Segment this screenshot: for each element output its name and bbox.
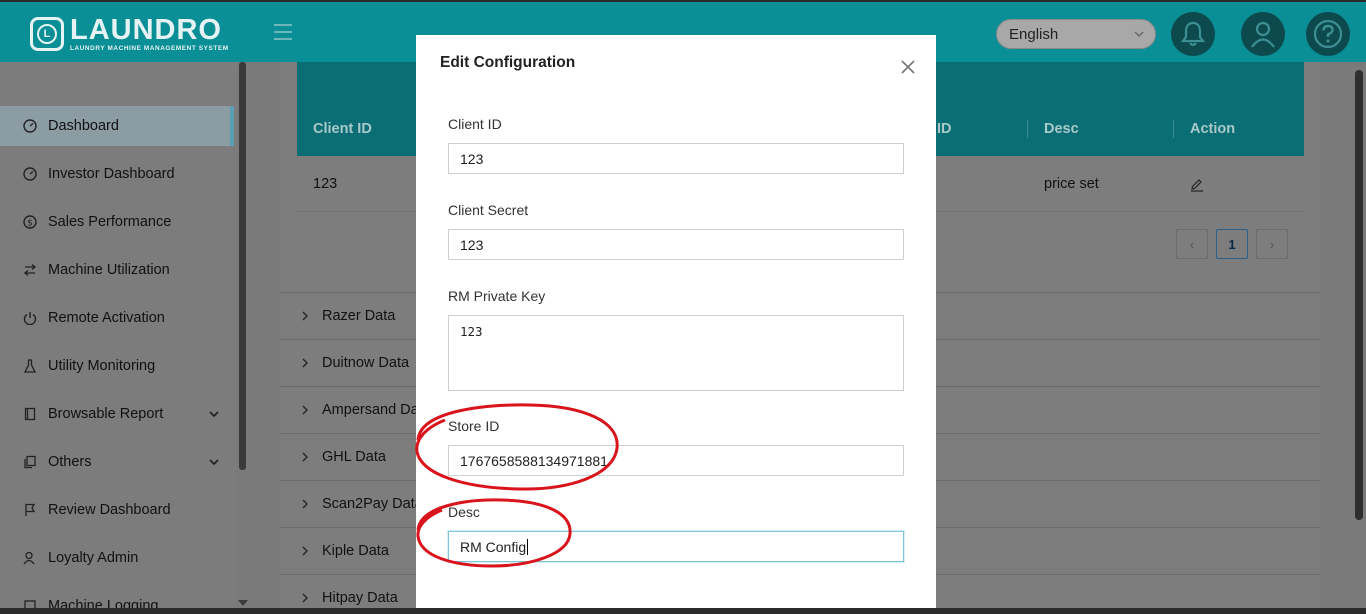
sidebar-item-label: Remote Activation bbox=[48, 310, 165, 326]
accordion-label: Duitnow Data bbox=[322, 355, 410, 371]
chevron-right-icon bbox=[302, 546, 308, 556]
column-header-action: Action bbox=[1190, 121, 1236, 137]
edit-configuration-modal: Edit Configuration Client ID 123 Client … bbox=[416, 35, 936, 614]
sidebar-item-others[interactable]: Others bbox=[0, 442, 234, 482]
sidebar: Dashboard Investor Dashboard $ Sales Per… bbox=[0, 62, 248, 614]
flag-icon bbox=[22, 502, 38, 518]
language-select[interactable]: English bbox=[996, 19, 1156, 49]
book-icon bbox=[22, 406, 38, 422]
sidebar-scrollbar[interactable] bbox=[237, 62, 248, 614]
sidebar-item-label: Utility Monitoring bbox=[48, 358, 156, 374]
help-icon[interactable] bbox=[1306, 12, 1350, 56]
accordion-label: Hitpay Data bbox=[322, 590, 398, 606]
client-id-field[interactable]: 123 bbox=[448, 143, 904, 174]
sidebar-item-label: Loyalty Admin bbox=[48, 550, 139, 566]
accordion-label: Razer Data bbox=[322, 308, 396, 324]
sidebar-item-label: Review Dashboard bbox=[48, 502, 171, 518]
svg-text:$: $ bbox=[27, 219, 33, 229]
power-icon bbox=[22, 310, 38, 326]
copy-icon bbox=[22, 454, 38, 470]
logo-letter: L bbox=[37, 24, 57, 45]
sidebar-item-utility-monitoring[interactable]: Utility Monitoring bbox=[0, 346, 234, 386]
chevron-right-icon bbox=[302, 358, 308, 368]
sidebar-item-label: Sales Performance bbox=[48, 214, 172, 230]
accordion-label: Scan2Pay Data bbox=[322, 496, 423, 512]
sidebar-item-label: Investor Dashboard bbox=[48, 166, 175, 182]
rm-private-key-label: RM Private Key bbox=[448, 288, 546, 304]
accordion-label: Ampersand Data bbox=[322, 402, 431, 418]
sidebar-item-sales-performance[interactable]: $ Sales Performance bbox=[0, 202, 234, 242]
chevron-right-icon bbox=[302, 311, 308, 321]
sidebar-item-loyalty-admin[interactable]: Loyalty Admin bbox=[0, 538, 234, 578]
store-id-label: Store ID bbox=[448, 418, 500, 434]
taskbar-edge bbox=[0, 608, 1366, 614]
sidebar-item-review-dashboard[interactable]: Review Dashboard bbox=[0, 490, 234, 530]
cell-client-id: 123 bbox=[313, 176, 338, 192]
sidebar-item-label: Dashboard bbox=[48, 118, 119, 134]
chevron-down-icon[interactable] bbox=[208, 456, 220, 468]
client-secret-field[interactable]: 123 bbox=[448, 229, 904, 260]
column-header-id: ID bbox=[937, 121, 952, 137]
user-icon[interactable] bbox=[1241, 12, 1285, 56]
text-cursor bbox=[527, 538, 529, 555]
logo-word: LAUNDRO bbox=[70, 14, 222, 46]
sidebar-item-remote-activation[interactable]: Remote Activation bbox=[0, 298, 234, 338]
close-icon[interactable] bbox=[900, 59, 916, 75]
sidebar-item-dashboard[interactable]: Dashboard bbox=[0, 106, 234, 146]
flask-icon bbox=[22, 358, 38, 374]
edit-icon[interactable] bbox=[1190, 178, 1204, 192]
client-secret-label: Client Secret bbox=[448, 202, 529, 218]
desc-label: Desc bbox=[448, 504, 480, 520]
accordion-label: Kiple Data bbox=[322, 543, 389, 559]
desc-field-value: RM Config bbox=[460, 538, 527, 555]
sidebar-item-browsable-report[interactable]: Browsable Report bbox=[0, 394, 234, 434]
cell-desc: price set bbox=[1044, 176, 1099, 192]
pagination-page-button[interactable]: 1 bbox=[1216, 229, 1248, 259]
swap-icon bbox=[22, 262, 38, 278]
sidebar-item-label: Machine Utilization bbox=[48, 262, 170, 278]
column-header-client-id: Client ID bbox=[313, 121, 372, 137]
client-id-label: Client ID bbox=[448, 116, 502, 132]
store-id-field[interactable]: 1767658588134971881 bbox=[448, 445, 904, 476]
sidebar-item-label: Browsable Report bbox=[48, 406, 164, 422]
gauge-icon bbox=[22, 166, 38, 182]
pagination-prev-button[interactable]: ‹ bbox=[1176, 229, 1208, 259]
accordion-label: GHL Data bbox=[322, 449, 386, 465]
sidebar-item-label: Others bbox=[48, 454, 92, 470]
chevron-right-icon bbox=[302, 499, 308, 509]
logo[interactable]: L LAUNDRO LAUNDRY MACHINE MANAGEMENT SYS… bbox=[30, 16, 229, 52]
sidebar-item-investor-dashboard[interactable]: Investor Dashboard bbox=[0, 154, 234, 194]
modal-title: Edit Configuration bbox=[440, 54, 576, 71]
language-value: English bbox=[1009, 26, 1059, 43]
sidebar-item-machine-utilization[interactable]: Machine Utilization bbox=[0, 250, 234, 290]
desc-field[interactable]: RM Config bbox=[448, 531, 904, 562]
rm-private-key-textarea[interactable]: 123 bbox=[448, 315, 904, 391]
logo-badge: L bbox=[30, 17, 64, 52]
page-scrollbar[interactable] bbox=[1352, 62, 1366, 614]
pagination-next-button[interactable]: › bbox=[1256, 229, 1288, 259]
chevron-right-icon bbox=[302, 593, 308, 603]
chevron-right-icon bbox=[302, 452, 308, 462]
gauge-icon bbox=[22, 118, 38, 134]
user-admin-icon bbox=[22, 550, 38, 566]
logo-tagline: LAUNDRY MACHINE MANAGEMENT SYSTEM bbox=[70, 45, 229, 52]
column-header-desc: Desc bbox=[1044, 121, 1079, 137]
dollar-circle-icon: $ bbox=[22, 214, 38, 230]
chevron-right-icon bbox=[302, 405, 308, 415]
menu-icon[interactable] bbox=[274, 24, 292, 40]
bell-icon[interactable] bbox=[1171, 12, 1215, 56]
chevron-down-icon bbox=[1134, 31, 1144, 37]
chevron-down-icon[interactable] bbox=[208, 408, 220, 420]
